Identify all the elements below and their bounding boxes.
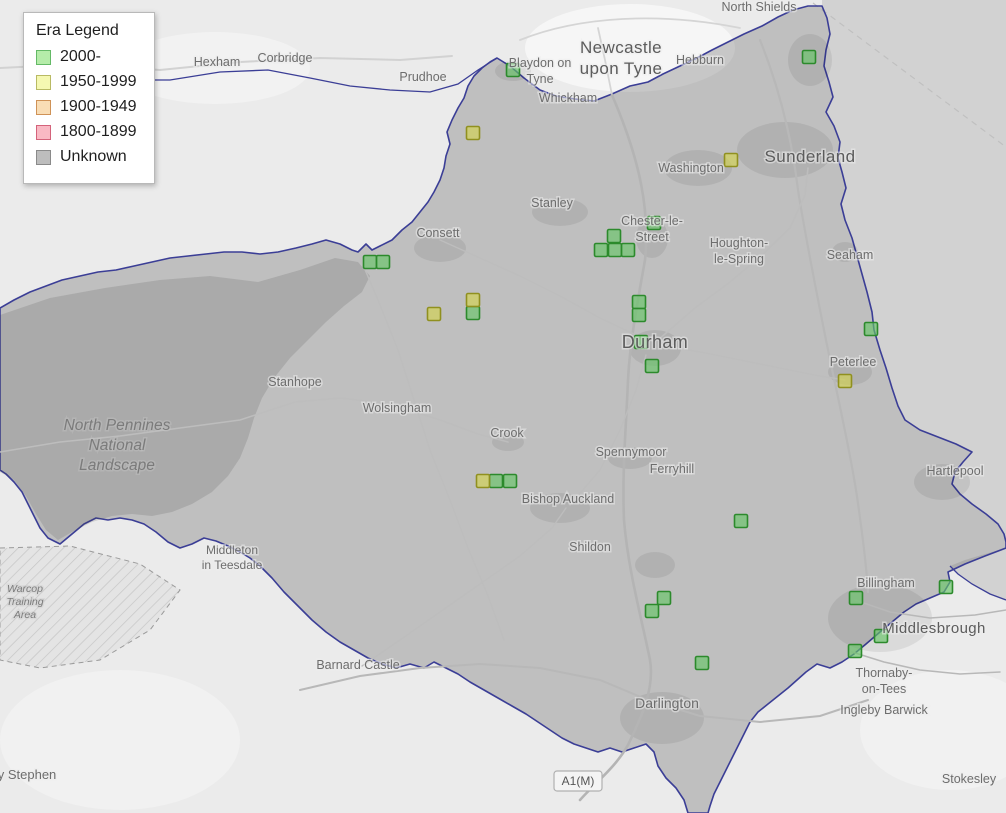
place-label-sunderland: Sunderland [765, 147, 856, 166]
map-viewport: Newcastleupon TyneSunderlandDurhamMiddle… [0, 0, 1006, 813]
place-label-consett: Consett [416, 226, 460, 240]
era-marker-2000[interactable] [940, 581, 953, 594]
legend-swatch-1900-1949 [36, 100, 51, 115]
era-marker-2000[interactable] [504, 475, 517, 488]
era-marker-2000[interactable] [467, 307, 480, 320]
era-marker-1950-1999[interactable] [467, 127, 480, 140]
place-label-prudhoe: Prudhoe [399, 70, 446, 84]
era-marker-2000[interactable] [658, 592, 671, 605]
era-marker-2000[interactable] [849, 645, 862, 658]
legend-item-label: 1950-1999 [60, 73, 137, 91]
legend-title: Era Legend [36, 22, 144, 40]
legend-item-unknown: Unknown [36, 148, 144, 166]
era-marker-2000[interactable] [490, 475, 503, 488]
place-label-north-shields: North Shields [721, 0, 796, 14]
place-label-stanhope: Stanhope [268, 375, 322, 389]
place-label-spennymoor: Spennymoor [596, 445, 667, 459]
legend-swatch-1800-1899 [36, 125, 51, 140]
era-marker-1950-1999[interactable] [477, 475, 490, 488]
place-label-crook: Crook [490, 426, 524, 440]
era-marker-1950-1999[interactable] [725, 154, 738, 167]
legend-item-1800-1899: 1800-1899 [36, 123, 144, 141]
place-label-shildon: Shildon [569, 540, 611, 554]
place-label-seaham: Seaham [827, 248, 874, 262]
legend-item-2000: 2000- [36, 48, 144, 66]
era-marker-2000[interactable] [865, 323, 878, 336]
era-marker-2000[interactable] [608, 230, 621, 243]
era-marker-2000[interactable] [803, 51, 816, 64]
era-marker-2000[interactable] [696, 657, 709, 670]
place-label-washington: Washington [658, 161, 724, 175]
place-label-ferryhill: Ferryhill [650, 462, 694, 476]
era-marker-2000[interactable] [735, 515, 748, 528]
place-label-wolsingham: Wolsingham [363, 401, 432, 415]
era-marker-2000[interactable] [633, 296, 646, 309]
place-label-whickham: Whickham [539, 91, 597, 105]
legend-swatch-1950-1999 [36, 75, 51, 90]
era-marker-2000[interactable] [364, 256, 377, 269]
place-label-peterlee: Peterlee [830, 355, 877, 369]
place-label-hexham: Hexham [194, 55, 241, 69]
legend-item-label: 2000- [60, 48, 101, 66]
legend-item-label: Unknown [60, 148, 127, 166]
era-legend: Era Legend 2000- 1950-1999 1900-1949 1800-1… [23, 12, 155, 184]
place-label-corbridge: Corbridge [258, 51, 313, 65]
place-label-billingham: Billingham [857, 576, 915, 590]
road-badge-label: A1(M) [562, 774, 595, 788]
era-marker-2000[interactable] [609, 244, 622, 257]
legend-item-1950-1999: 1950-1999 [36, 73, 144, 91]
era-marker-2000[interactable] [622, 244, 635, 257]
place-label-stanley: Stanley [531, 196, 573, 210]
legend-swatch-unknown [36, 150, 51, 165]
place-label-hebburn: Hebburn [676, 53, 724, 67]
place-label-middlesbrough: Middlesbrough [882, 620, 986, 637]
place-label-ingleby-barwick: Ingleby Barwick [840, 703, 928, 717]
place-label-hartlepool: Hartlepool [927, 464, 984, 478]
place-label-darlington: Darlington [635, 695, 699, 711]
place-label-bishop-auckland: Bishop Auckland [522, 492, 614, 506]
era-marker-2000[interactable] [633, 309, 646, 322]
legend-item-1900-1949: 1900-1949 [36, 98, 144, 116]
place-label-middleton-in-teesdale: Middletonin Teesdale [202, 543, 263, 572]
legend-swatch-2000 [36, 50, 51, 65]
era-marker-2000[interactable] [646, 605, 659, 618]
era-marker-1950-1999[interactable] [428, 308, 441, 321]
legend-item-label: 1800-1899 [60, 123, 137, 141]
era-marker-2000[interactable] [646, 360, 659, 373]
road-badges-layer: A1(M) [554, 771, 602, 791]
legend-item-label: 1900-1949 [60, 98, 137, 116]
road-badge-a1-m: A1(M) [554, 771, 602, 791]
era-marker-1950-1999[interactable] [839, 375, 852, 388]
place-label-kirkby-stephen-partial: y Stephen [0, 767, 56, 782]
place-label-stokesley: Stokesley [942, 772, 997, 786]
legend-items: 2000- 1950-1999 1900-1949 1800-1899 Unknown [36, 48, 144, 166]
era-marker-2000[interactable] [377, 256, 390, 269]
place-label-durham: Durham [622, 332, 688, 352]
era-marker-2000[interactable] [595, 244, 608, 257]
place-label-barnard-castle: Barnard Castle [316, 658, 399, 672]
era-marker-2000[interactable] [850, 592, 863, 605]
era-marker-1950-1999[interactable] [467, 294, 480, 307]
